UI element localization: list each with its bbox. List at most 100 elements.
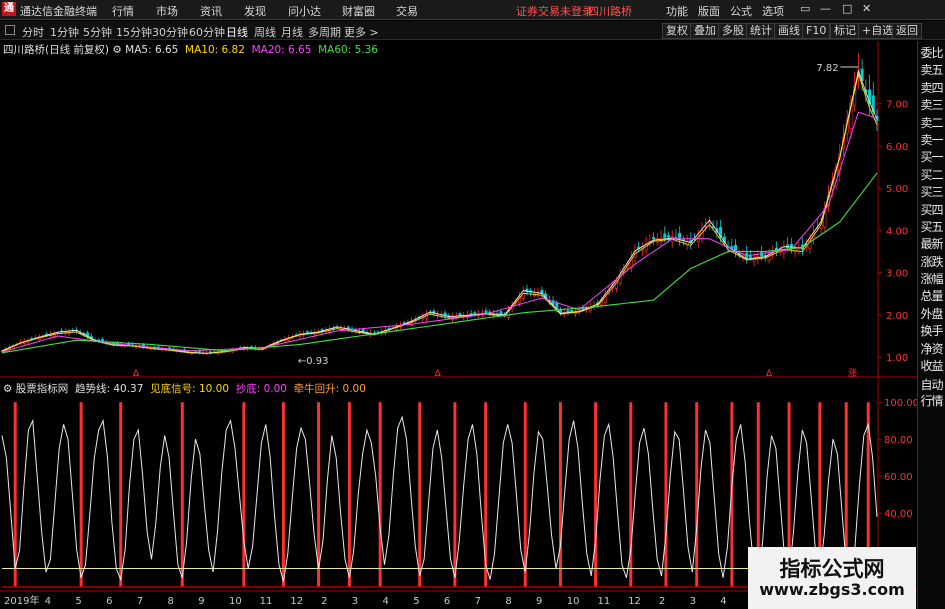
watermark-url: www.zbgs3.com [759,580,905,599]
side-item-sell2[interactable]: 卖二 [919,115,945,131]
login-notice[interactable]: 证券交易未登录 [516,3,593,19]
menu-item-caifuquan[interactable]: 财富圈 [342,3,375,19]
candle-body [570,310,574,312]
side-item-weibi[interactable]: 委比 [919,45,945,61]
menu-item-hangqing[interactable]: 行情 [112,3,134,19]
x-axis-label: 5 [413,596,419,607]
side-item-change[interactable]: 涨跌 [919,254,945,270]
bottom-signal-bar [79,402,83,587]
period-daily[interactable]: 日线 [226,24,248,40]
indicator-tick-label: 40.00 [884,509,913,520]
menu-item-wenxiaoda[interactable]: 问小达 [288,3,321,19]
period-fenshi[interactable]: 分时 [22,24,44,40]
candle-body [428,312,432,314]
bottom-signal-bar [664,402,668,587]
mark-button[interactable]: 标记 [830,23,860,39]
x-axis-label: 11 [597,596,610,607]
x-axis-label: 6 [106,596,112,607]
side-item-sell1[interactable]: 卖一 [919,132,945,148]
period-more[interactable]: 更多 > [344,24,379,40]
chart-area[interactable]: 1.00 2.00 3.00 4.00 5.00 6.00 7.00 7.82 ←0.93 Δ Δ… [0,41,917,609]
side-item-latest[interactable]: 最新 [919,236,945,252]
draw-line-button[interactable]: 画线 [774,23,804,39]
back-button[interactable]: 返回 [892,23,922,39]
side-item-buy1[interactable]: 买一 [919,149,945,165]
side-item-buy4[interactable]: 买四 [919,202,945,218]
chaodi-label: 抄底: 0.00 [235,383,287,395]
overlay-button[interactable]: 叠加 [690,23,720,39]
candle-body [305,331,309,334]
menu-item-jiaoyi[interactable]: 交易 [396,3,418,19]
f10-button[interactable]: F10 [802,23,831,39]
side-item-change-pct[interactable]: 涨幅 [919,271,945,287]
side-item-sell3[interactable]: 卖三 [919,97,945,113]
period-multi[interactable]: 多周期 [308,24,341,40]
date-x-axis: 2019年456789101112234567891011122345 [4,594,757,607]
multi-stock-button[interactable]: 多股 [718,23,748,39]
side-item-auto[interactable]: 自动 [919,377,945,393]
candle-body [666,235,670,238]
menu-item-faxian[interactable]: 发现 [244,3,266,19]
x-axis-label: 8 [168,596,174,607]
menu-item-gongshi[interactable]: 公式 [730,3,752,19]
price-tick-label: 6.00 [886,142,908,153]
menu-item-xuanxiang[interactable]: 选项 [762,3,784,19]
fuquan-button[interactable]: 复权 [662,23,692,39]
current-stock-name: 四川路桥 [588,5,632,18]
stats-button[interactable]: 统计 [746,23,776,39]
period-1min[interactable]: 1分钟 [50,24,79,40]
xiahuan-label: 牵牛回升: 0.00 [293,383,366,395]
side-item-buy2[interactable]: 买二 [919,167,945,183]
price-tick-label: 2.00 [886,311,908,322]
side-item-net-assets[interactable]: 净资 [919,341,945,357]
ma60-line [1,172,878,354]
close-icon[interactable]: ✕ [862,2,871,15]
price-annotations: 7.82 ←0.93 Δ Δ Δ 涨 [133,63,859,379]
restore-window-icon[interactable]: ▭ [800,2,810,15]
x-axis-label: 2 [659,596,665,607]
side-item-buy5[interactable]: 买五 [919,219,945,235]
side-item-quote[interactable]: 行情 [919,393,945,409]
period-30min[interactable]: 30分钟 [152,24,188,40]
maximize-icon[interactable]: □ [842,2,852,15]
indicator-lines [1,415,878,588]
menu-item-shichang[interactable]: 市场 [156,3,178,19]
side-item-volume[interactable]: 总量 [919,288,945,304]
x-axis-label: 12 [290,596,303,607]
minimize-icon[interactable]: — [820,2,831,15]
side-item-sell4[interactable]: 卖四 [919,80,945,96]
indicator-settings-icon[interactable]: ⚙ [3,383,16,395]
event-marker: 涨 [848,368,857,379]
watermark-title: 指标公式网 [779,557,885,581]
period-5min[interactable]: 5分钟 [83,24,112,40]
period-weekly[interactable]: 周线 [254,24,276,40]
bottom-signal-bar [378,402,382,587]
x-axis-label: 2 [321,596,327,607]
x-axis-label: 10 [567,596,580,607]
candle-body [469,313,473,315]
indicator-header: ⚙ 股票指标网 趋势线: 40.37 见底信号: 10.00 抄底: 0.00 … [3,381,366,396]
period-15min[interactable]: 15分钟 [116,24,152,40]
side-item-buy3[interactable]: 买三 [919,184,945,200]
menu-item-banmian[interactable]: 版面 [698,3,720,19]
price-tick-label: 4.00 [886,226,908,237]
indicator-y-axis: 20.0040.0060.0080.00100.00 [878,398,917,557]
ma10-line [1,72,878,355]
candle-body [521,291,525,299]
period-monthly[interactable]: 月线 [281,24,303,40]
side-item-earnings[interactable]: 收益 [919,358,945,374]
trend-label: 趋势线: 40.37 [74,383,144,395]
x-axis-label: 12 [628,596,641,607]
bottom-signal-bar [242,402,246,587]
bottom-signal-bar [119,402,123,587]
period-60min[interactable]: 60分钟 [189,24,225,40]
candle-body [484,310,488,314]
menu-item-zixun[interactable]: 资讯 [200,3,222,19]
x-axis-label: 3 [352,596,358,607]
panel-toggle-icon[interactable] [5,25,15,35]
side-item-turnover[interactable]: 换手 [919,323,945,339]
side-item-outer[interactable]: 外盘 [919,306,945,322]
side-item-sell5[interactable]: 卖五 [919,62,945,78]
menu-item-gongneng[interactable]: 功能 [666,3,688,19]
indicator-tick-label: 80.00 [884,435,913,446]
